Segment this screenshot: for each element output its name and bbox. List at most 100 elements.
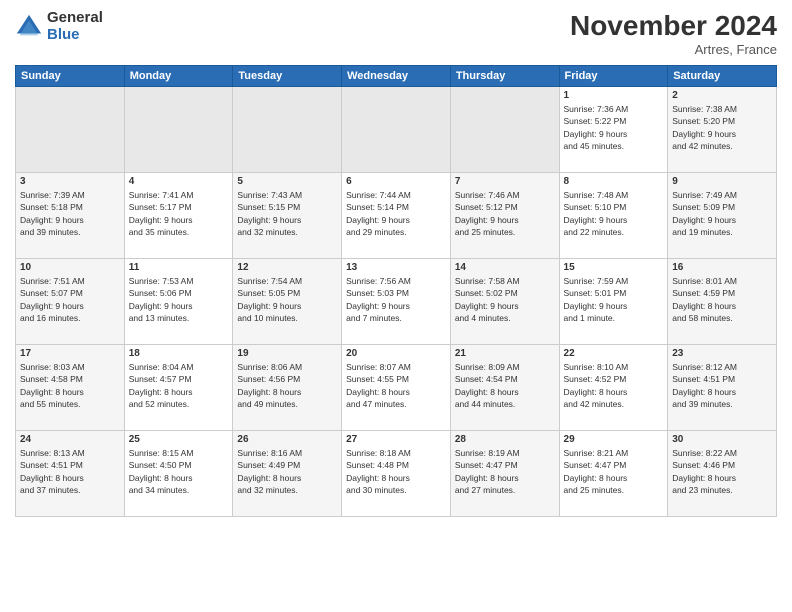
calendar-week-4: 24 Sunrise: 8:13 AM Sunset: 4:51 PM Dayli… (16, 431, 777, 517)
day-info: Sunrise: 7:36 AM Sunset: 5:22 PM Dayligh… (564, 103, 664, 152)
day-info: Sunrise: 8:13 AM Sunset: 4:51 PM Dayligh… (20, 447, 120, 496)
logo-blue: Blue (47, 27, 103, 44)
day-number: 9 (672, 176, 772, 187)
day-info: Sunrise: 7:41 AM Sunset: 5:17 PM Dayligh… (129, 189, 229, 238)
day-info: Sunrise: 7:39 AM Sunset: 5:18 PM Dayligh… (20, 189, 120, 238)
day-number: 20 (346, 348, 446, 359)
header: General Blue November 2024 Artres, Franc… (15, 10, 777, 57)
day-number: 10 (20, 262, 120, 273)
day-number: 8 (564, 176, 664, 187)
day-info: Sunrise: 8:04 AM Sunset: 4:57 PM Dayligh… (129, 361, 229, 410)
day-number: 29 (564, 434, 664, 445)
header-wednesday: Wednesday (342, 66, 451, 87)
day-number: 13 (346, 262, 446, 273)
day-info: Sunrise: 7:56 AM Sunset: 5:03 PM Dayligh… (346, 275, 446, 324)
calendar-cell: 13 Sunrise: 7:56 AM Sunset: 5:03 PM Dayli… (342, 259, 451, 345)
calendar-cell: 20Sunrise: 8:07 AM Sunset: 4:55 PM Dayli… (342, 345, 451, 431)
day-info: Sunrise: 7:59 AM Sunset: 5:01 PM Dayligh… (564, 275, 664, 324)
day-info: Sunrise: 7:51 AM Sunset: 5:07 PM Dayligh… (20, 275, 120, 324)
calendar-cell: 28 Sunrise: 8:19 AM Sunset: 4:47 PM Dayli… (450, 431, 559, 517)
calendar-cell (342, 87, 451, 173)
day-info: Sunrise: 8:21 AM Sunset: 4:47 PM Dayligh… (564, 447, 664, 496)
calendar-cell: 9Sunrise: 7:49 AM Sunset: 5:09 PM Daylig… (668, 173, 777, 259)
logo-text: General Blue (47, 10, 103, 43)
day-info: Sunrise: 8:18 AM Sunset: 4:48 PM Dayligh… (346, 447, 446, 496)
title-block: November 2024 Artres, France (570, 10, 777, 57)
day-number: 3 (20, 176, 120, 187)
logo-icon (15, 13, 43, 41)
calendar-cell: 18Sunrise: 8:04 AM Sunset: 4:57 PM Dayli… (124, 345, 233, 431)
calendar-page: General Blue November 2024 Artres, Franc… (0, 0, 792, 612)
day-number: 5 (237, 176, 337, 187)
header-row: Sunday Monday Tuesday Wednesday Thursday… (16, 66, 777, 87)
calendar-cell: 14 Sunrise: 7:58 AM Sunset: 5:02 PM Dayli… (450, 259, 559, 345)
calendar-week-3: 17 Sunrise: 8:03 AM Sunset: 4:58 PM Dayli… (16, 345, 777, 431)
calendar-cell: 2 Sunrise: 7:38 AM Sunset: 5:20 PM Daylig… (668, 87, 777, 173)
calendar-cell (124, 87, 233, 173)
calendar-table: Sunday Monday Tuesday Wednesday Thursday… (15, 65, 777, 517)
calendar-cell: 19Sunrise: 8:06 AM Sunset: 4:56 PM Dayli… (233, 345, 342, 431)
calendar-cell: 25Sunrise: 8:15 AM Sunset: 4:50 PM Dayli… (124, 431, 233, 517)
day-number: 27 (346, 434, 446, 445)
day-number: 16 (672, 262, 772, 273)
calendar-week-2: 10 Sunrise: 7:51 AM Sunset: 5:07 PM Dayli… (16, 259, 777, 345)
day-info: Sunrise: 7:58 AM Sunset: 5:02 PM Dayligh… (455, 275, 555, 324)
calendar-cell: 7 Sunrise: 7:46 AM Sunset: 5:12 PM Daylig… (450, 173, 559, 259)
calendar-cell: 24 Sunrise: 8:13 AM Sunset: 4:51 PM Dayli… (16, 431, 125, 517)
day-number: 7 (455, 176, 555, 187)
header-tuesday: Tuesday (233, 66, 342, 87)
calendar-cell: 17 Sunrise: 8:03 AM Sunset: 4:58 PM Dayli… (16, 345, 125, 431)
day-number: 23 (672, 348, 772, 359)
day-number: 17 (20, 348, 120, 359)
calendar-cell: 10 Sunrise: 7:51 AM Sunset: 5:07 PM Dayli… (16, 259, 125, 345)
calendar-cell: 21 Sunrise: 8:09 AM Sunset: 4:54 PM Dayli… (450, 345, 559, 431)
calendar-cell: 6 Sunrise: 7:44 AM Sunset: 5:14 PM Daylig… (342, 173, 451, 259)
header-monday: Monday (124, 66, 233, 87)
day-number: 11 (129, 262, 229, 273)
calendar-cell: 11 Sunrise: 7:53 AM Sunset: 5:06 PM Dayli… (124, 259, 233, 345)
day-number: 14 (455, 262, 555, 273)
calendar-cell (450, 87, 559, 173)
calendar-cell: 23Sunrise: 8:12 AM Sunset: 4:51 PM Dayli… (668, 345, 777, 431)
day-info: Sunrise: 8:19 AM Sunset: 4:47 PM Dayligh… (455, 447, 555, 496)
day-number: 6 (346, 176, 446, 187)
calendar-cell: 30 Sunrise: 8:22 AM Sunset: 4:46 PM Dayli… (668, 431, 777, 517)
day-info: Sunrise: 8:16 AM Sunset: 4:49 PM Dayligh… (237, 447, 337, 496)
calendar-cell: 1 Sunrise: 7:36 AM Sunset: 5:22 PM Daylig… (559, 87, 668, 173)
calendar-week-1: 3 Sunrise: 7:39 AM Sunset: 5:18 PM Daylig… (16, 173, 777, 259)
calendar-cell: 27 Sunrise: 8:18 AM Sunset: 4:48 PM Dayli… (342, 431, 451, 517)
day-info: Sunrise: 7:46 AM Sunset: 5:12 PM Dayligh… (455, 189, 555, 238)
day-number: 22 (564, 348, 664, 359)
calendar-cell: 29 Sunrise: 8:21 AM Sunset: 4:47 PM Dayli… (559, 431, 668, 517)
day-number: 15 (564, 262, 664, 273)
day-number: 12 (237, 262, 337, 273)
day-number: 30 (672, 434, 772, 445)
header-thursday: Thursday (450, 66, 559, 87)
calendar-cell: 5 Sunrise: 7:43 AM Sunset: 5:15 PM Daylig… (233, 173, 342, 259)
day-info: Sunrise: 8:10 AM Sunset: 4:52 PM Dayligh… (564, 361, 664, 410)
day-info: Sunrise: 7:38 AM Sunset: 5:20 PM Dayligh… (672, 103, 772, 152)
day-number: 19 (237, 348, 337, 359)
calendar-cell: 15 Sunrise: 7:59 AM Sunset: 5:01 PM Dayli… (559, 259, 668, 345)
day-number: 24 (20, 434, 120, 445)
calendar-body: 1 Sunrise: 7:36 AM Sunset: 5:22 PM Daylig… (16, 87, 777, 517)
day-number: 4 (129, 176, 229, 187)
day-info: Sunrise: 7:43 AM Sunset: 5:15 PM Dayligh… (237, 189, 337, 238)
day-number: 21 (455, 348, 555, 359)
day-info: Sunrise: 7:44 AM Sunset: 5:14 PM Dayligh… (346, 189, 446, 238)
day-number: 2 (672, 90, 772, 101)
day-info: Sunrise: 7:53 AM Sunset: 5:06 PM Dayligh… (129, 275, 229, 324)
day-number: 25 (129, 434, 229, 445)
day-number: 1 (564, 90, 664, 101)
day-info: Sunrise: 8:22 AM Sunset: 4:46 PM Dayligh… (672, 447, 772, 496)
day-info: Sunrise: 8:09 AM Sunset: 4:54 PM Dayligh… (455, 361, 555, 410)
header-saturday: Saturday (668, 66, 777, 87)
calendar-cell: 16Sunrise: 8:01 AM Sunset: 4:59 PM Dayli… (668, 259, 777, 345)
calendar-cell: 3 Sunrise: 7:39 AM Sunset: 5:18 PM Daylig… (16, 173, 125, 259)
calendar-cell: 8Sunrise: 7:48 AM Sunset: 5:10 PM Daylig… (559, 173, 668, 259)
day-info: Sunrise: 8:03 AM Sunset: 4:58 PM Dayligh… (20, 361, 120, 410)
calendar-week-0: 1 Sunrise: 7:36 AM Sunset: 5:22 PM Daylig… (16, 87, 777, 173)
logo-general: General (47, 10, 103, 27)
header-sunday: Sunday (16, 66, 125, 87)
day-number: 28 (455, 434, 555, 445)
